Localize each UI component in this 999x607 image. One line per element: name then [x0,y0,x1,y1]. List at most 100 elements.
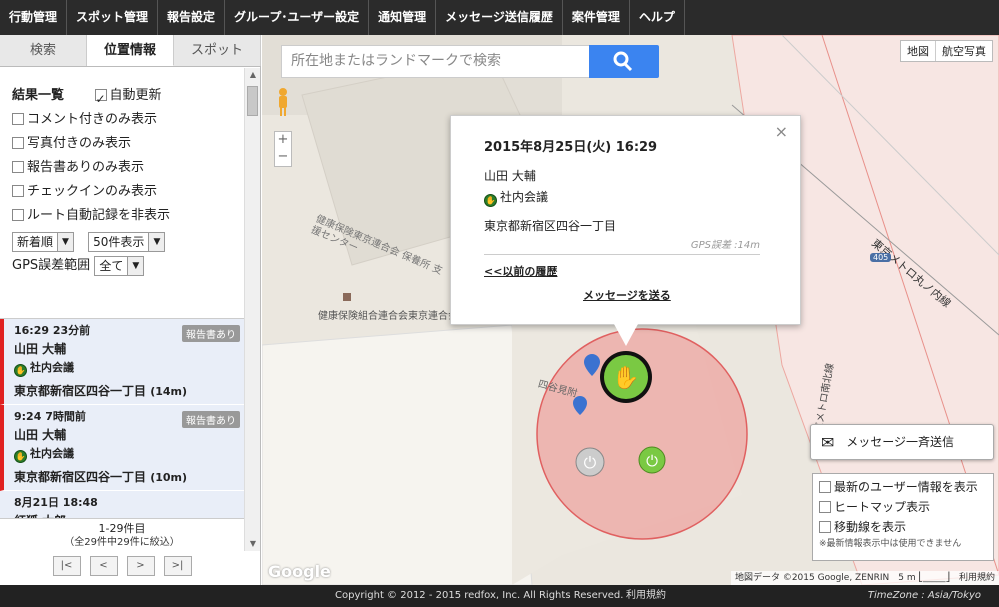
building-label: 健康保険組合連合会東京連合会 [318,311,458,322]
popup-gps-accuracy: GPS誤差 :14m [690,240,760,251]
copyright-text: Copyright © 2012 - 2015 redfox, Inc. All… [335,590,624,601]
map-area[interactable]: 健康保険組合連合会東京連合会 健康保険東京連合会 保養所 支援センター 四谷見附… [262,35,999,585]
checkbox-icon[interactable] [12,209,24,221]
checkbox-icon[interactable] [12,137,24,149]
search-icon [613,51,633,72]
info-popup: × 2015年8月25日(火) 16:29 山田 大輔 ✋ 社内会議 東京都新宿区… [450,115,801,325]
option-movement-line[interactable]: 移動線を表示 [819,517,993,537]
handshake-icon: ✋ [612,365,639,391]
zoom-in-button[interactable]: + [275,132,291,149]
filter-comment[interactable]: コメント付きのみ表示 [12,108,244,132]
nav-help[interactable]: ヘルプ [630,0,685,35]
last-page-button[interactable]: >| [163,556,192,576]
nav-spot[interactable]: スポット管理 [67,0,159,35]
map-options-panel: 最新のユーザー情報を表示 ヒートマップ表示 移動線を表示 ※最新情報表示中は使用… [812,473,994,561]
chevron-down-icon: ▼ [57,232,74,251]
location-pin-icon [573,396,587,415]
tab-spot[interactable]: スポット [174,35,261,66]
scroll-thumb[interactable] [247,86,258,116]
map-type-map[interactable]: 地図 [901,41,936,61]
nav-report-settings[interactable]: 報告設定 [158,0,226,35]
nav-project[interactable]: 案件管理 [563,0,630,35]
map-search-input[interactable]: 所在地またはランドマークで検索 [281,45,591,78]
filter-route-hide[interactable]: ルート自動記録を非表示 [12,204,244,228]
power-icon: ⏻ [584,453,597,472]
power-icon: ⏻ [646,452,658,470]
pager-summary: （全29件中29件に絞込） [64,537,180,548]
checkbox-icon[interactable] [94,87,107,111]
timezone-text: TimeZone : Asia/Tokyo [867,590,981,601]
zoom-out-button[interactable]: − [275,149,291,166]
report-badge: 報告書あり [182,325,240,342]
auto-update-checkbox[interactable]: 自動更新 [94,87,162,111]
count-select[interactable]: 50件表示 ▼ [88,231,166,252]
nav-notification[interactable]: 通知管理 [369,0,437,35]
nav-message-history[interactable]: メッセージ送信履歴 [436,0,563,35]
option-latest-user[interactable]: 最新のユーザー情報を表示 [819,477,993,497]
popup-address: 東京都新宿区四谷一丁目 [484,219,617,233]
filter-panel: 結果一覧 自動更新 コメント付きのみ表示 写真付きのみ表示 報告書ありのみ表示 … [0,68,244,318]
result-item[interactable]: 9:24 7時間前 報告書あり 山田 大輔 ✋ 社内会議 東京都新宿区四谷一丁目 … [0,405,244,491]
terms-link[interactable]: 利用規約 [626,585,666,607]
pegman-icon[interactable] [275,87,291,117]
handshake-icon: ✋ [14,450,27,463]
handshake-icon: ✋ [484,194,497,207]
gps-range-select[interactable]: 全て ▼ [94,255,145,276]
option-heatmap[interactable]: ヒートマップ表示 [819,497,993,517]
chevron-down-icon: ▼ [148,232,165,251]
checkbox-icon[interactable] [12,113,24,125]
filter-report[interactable]: 報告書ありのみ表示 [12,156,244,180]
pager: 1-29件目 （全29件中29件に絞込） |< < > >| [0,518,244,585]
sidebar-tabs: 検索 位置情報 スポット [0,35,261,67]
zoom-control: + − [274,131,292,167]
footer: Copyright © 2012 - 2015 redfox, Inc. All… [0,585,999,607]
sidebar-scrollbar[interactable]: ▲ ▼ [244,68,260,551]
popup-user-name: 山田 大輔 [484,169,536,183]
envelope-icon: ✉ [821,433,835,452]
first-page-button[interactable]: |< [52,556,81,576]
popup-pointer [614,324,638,346]
sort-select[interactable]: 新着順 ▼ [12,231,75,252]
scroll-up-icon[interactable]: ▲ [245,68,261,82]
result-item[interactable]: 16:29 23分前 報告書あり 山田 大輔 ✋ 社内会議 東京都新宿区四谷一丁目… [0,319,244,405]
popup-category: 社内会議 [500,190,549,204]
map-type-satellite[interactable]: 航空写真 [936,41,992,61]
search-button[interactable] [589,45,659,78]
bulk-message-button[interactable]: ✉ メッセージ一斉送信 [810,424,994,460]
results-label: 結果一覧 [12,88,65,103]
checkbox-icon[interactable] [819,521,831,533]
tab-search[interactable]: 検索 [0,35,87,66]
checkin-marker[interactable]: ⏻ [637,445,667,475]
gps-range-label: GPS誤差範囲 [12,258,91,273]
nav-activity[interactable]: 行動管理 [0,0,68,35]
chevron-down-icon: ▼ [127,256,144,275]
checkbox-icon[interactable] [819,501,831,513]
close-icon[interactable]: × [775,122,788,141]
scroll-down-icon[interactable]: ▼ [245,537,261,551]
route-shield: 405 [870,253,892,262]
location-pin-icon [584,354,600,376]
filter-checkin[interactable]: チェックインのみ表示 [12,180,244,204]
options-note: ※最新情報表示中は使用できません [819,539,962,549]
sidebar: 検索 位置情報 スポット 結果一覧 自動更新 コメント付きのみ表示 写真付きのみ… [0,35,261,585]
filter-photo[interactable]: 写真付きのみ表示 [12,132,244,156]
checkbox-icon[interactable] [12,161,24,173]
checkbox-icon[interactable] [12,185,24,197]
results-list: 16:29 23分前 報告書あり 山田 大輔 ✋ 社内会議 東京都新宿区四谷一丁目… [0,318,244,551]
report-badge: 報告書あり [182,411,240,428]
prev-page-button[interactable]: < [89,556,118,576]
divider [484,254,760,255]
tab-location[interactable]: 位置情報 [87,35,174,66]
send-message-link[interactable]: メッセージを送る [583,287,671,303]
top-navigation: 行動管理 スポット管理 報告設定 グループ･ユーザー設定 通知管理 メッセージ送… [0,0,999,35]
previous-history-link[interactable]: <<以前の履歴 [484,263,557,279]
map-attribution: 地図データ ©2015 Google, ZENRIN 5 m ⎣_____⎦ 利… [730,571,999,585]
nav-group-user[interactable]: グループ･ユーザー設定 [225,0,370,35]
pager-range: 1-29件目 [98,522,146,535]
handshake-icon: ✋ [14,364,27,377]
map-type-toggle: 地図 航空写真 [900,40,993,62]
next-page-button[interactable]: > [126,556,155,576]
popup-datetime: 2015年8月25日(火) 16:29 [484,140,658,155]
checkbox-icon[interactable] [819,481,831,493]
google-logo: Google [268,562,331,581]
